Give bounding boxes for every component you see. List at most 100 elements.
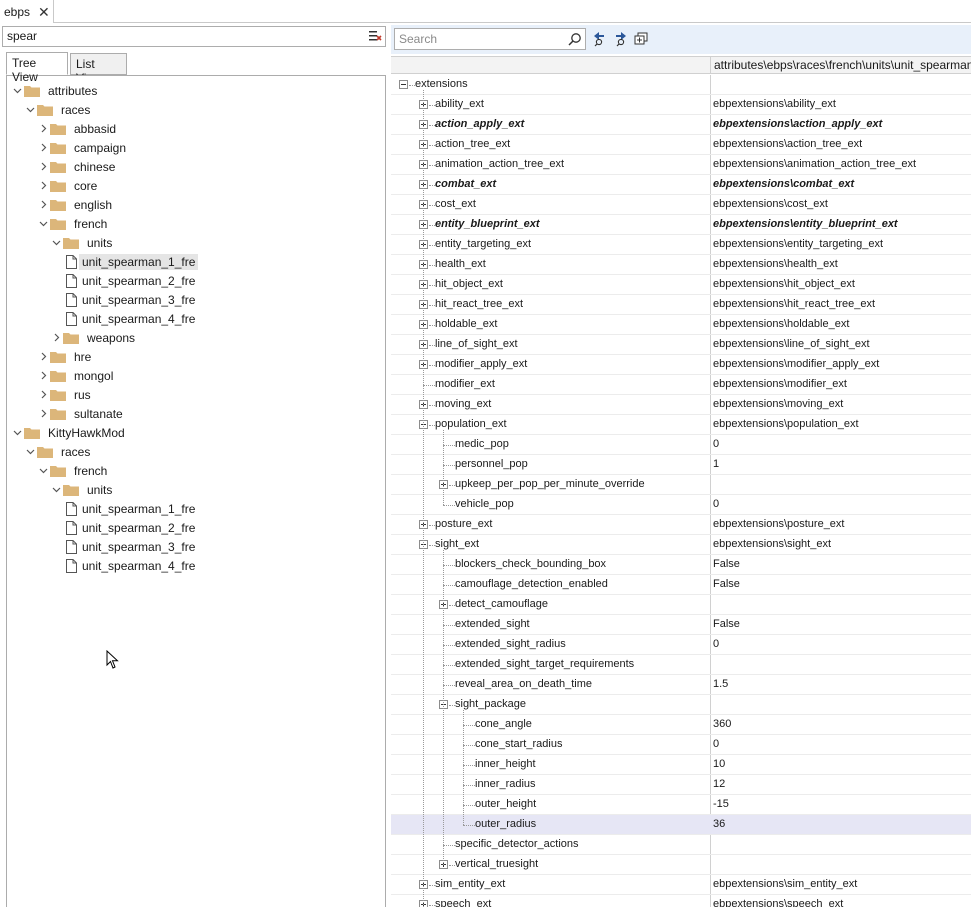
property-row[interactable]: action_tree_ext ebpextensions\action_tree… xyxy=(391,135,971,155)
close-icon[interactable]: ✕ xyxy=(38,5,50,19)
tree-folder[interactable]: sultanate xyxy=(36,404,123,423)
property-row[interactable]: blockers_check_bounding_box False xyxy=(391,555,971,575)
property-row[interactable]: sight_package xyxy=(391,695,971,715)
chevron-down-icon[interactable] xyxy=(36,214,50,233)
property-grid[interactable]: extensions ability_ext ebpextensions\abili… xyxy=(391,75,971,907)
property-row[interactable]: population_ext ebpextensions\population_e… xyxy=(391,415,971,435)
property-row[interactable]: cone_start_radius 0 xyxy=(391,735,971,755)
property-row[interactable]: hit_object_ext ebpextensions\hit_object_e… xyxy=(391,275,971,295)
property-row[interactable]: inner_radius 12 xyxy=(391,775,971,795)
tree-folder[interactable]: races xyxy=(23,100,90,119)
chevron-right-icon[interactable] xyxy=(36,176,50,195)
chevron-right-icon[interactable] xyxy=(36,119,50,138)
property-row[interactable]: animation_action_tree_ext ebpextensions\a… xyxy=(391,155,971,175)
chevron-right-icon[interactable] xyxy=(36,138,50,157)
property-row[interactable]: posture_ext ebpextensions\posture_ext xyxy=(391,515,971,535)
property-row[interactable]: personnel_pop 1 xyxy=(391,455,971,475)
chevron-down-icon[interactable] xyxy=(49,480,63,499)
tree-file[interactable]: unit_spearman_2_fre xyxy=(62,518,195,537)
tree-file[interactable]: unit_spearman_1_fre xyxy=(62,252,199,271)
property-row[interactable]: extensions xyxy=(391,75,971,95)
tree-folder[interactable]: french xyxy=(36,461,107,480)
chevron-down-icon[interactable] xyxy=(49,233,63,252)
property-row[interactable]: combat_ext ebpextensions\combat_ext xyxy=(391,175,971,195)
tab-tree-view[interactable]: Tree View xyxy=(6,52,68,84)
property-row[interactable]: medic_pop 0 xyxy=(391,435,971,455)
property-row[interactable]: vehicle_pop 0 xyxy=(391,495,971,515)
chevron-right-icon[interactable] xyxy=(36,195,50,214)
chevron-right-icon[interactable] xyxy=(36,157,50,176)
property-row[interactable]: moving_ext ebpextensions\moving_ext xyxy=(391,395,971,415)
chevron-right-icon[interactable] xyxy=(36,347,50,366)
property-row[interactable]: ability_ext ebpextensions\ability_ext xyxy=(391,95,971,115)
property-row[interactable]: vertical_truesight xyxy=(391,855,971,875)
tree-filter-input[interactable]: spear xyxy=(2,26,386,47)
property-row[interactable]: speech_ext ebpextensions\speech_ext xyxy=(391,895,971,907)
tree-file[interactable]: unit_spearman_2_fre xyxy=(62,271,195,290)
find-previous-icon[interactable] xyxy=(591,31,607,47)
property-row[interactable]: upkeep_per_pop_per_minute_override xyxy=(391,475,971,495)
property-row[interactable]: inner_height 10 xyxy=(391,755,971,775)
property-row[interactable]: extended_sight_target_requirements xyxy=(391,655,971,675)
property-row[interactable]: camouflage_detection_enabled False xyxy=(391,575,971,595)
tree-folder[interactable]: races xyxy=(23,442,90,461)
tree-folder[interactable]: hre xyxy=(36,347,91,366)
property-row[interactable]: entity_blueprint_ext ebpextensions\entity… xyxy=(391,215,971,235)
property-row[interactable]: reveal_area_on_death_time 1.5 xyxy=(391,675,971,695)
chevron-down-icon[interactable] xyxy=(10,423,24,442)
chevron-down-icon[interactable] xyxy=(23,100,37,119)
property-row[interactable]: specific_detector_actions xyxy=(391,835,971,855)
tree-file[interactable]: unit_spearman_3_fre xyxy=(62,290,195,309)
tree-file[interactable]: unit_spearman_3_fre xyxy=(62,537,195,556)
tree-folder[interactable]: english xyxy=(36,195,112,214)
property-row[interactable]: outer_height -15 xyxy=(391,795,971,815)
chevron-down-icon[interactable] xyxy=(36,461,50,480)
tree-folder[interactable]: french xyxy=(36,214,107,233)
tree-folder[interactable]: mongol xyxy=(36,366,113,385)
tree-folder[interactable]: units xyxy=(49,480,112,499)
chevron-right-icon[interactable] xyxy=(36,404,50,423)
file-tree[interactable]: attributes races abbasid campaign chinese cor… xyxy=(6,75,386,907)
tree-folder[interactable]: abbasid xyxy=(36,119,116,138)
find-next-icon[interactable] xyxy=(613,31,629,47)
chevron-down-icon[interactable] xyxy=(23,442,37,461)
property-row[interactable]: cost_ext ebpextensions\cost_ext xyxy=(391,195,971,215)
property-row[interactable]: line_of_sight_ext ebpextensions\line_of_s… xyxy=(391,335,971,355)
chevron-right-icon[interactable] xyxy=(49,328,63,347)
property-row[interactable]: sight_ext ebpextensions\sight_ext xyxy=(391,535,971,555)
property-row[interactable]: extended_sight_radius 0 xyxy=(391,635,971,655)
clear-filter-icon[interactable] xyxy=(368,29,382,43)
expand-all-icon[interactable] xyxy=(633,31,649,47)
property-row[interactable]: hit_react_tree_ext ebpextensions\hit_reac… xyxy=(391,295,971,315)
property-row[interactable]: detect_camouflage xyxy=(391,595,971,615)
property-row[interactable]: health_ext ebpextensions\health_ext xyxy=(391,255,971,275)
property-row[interactable]: holdable_ext ebpextensions\holdable_ext xyxy=(391,315,971,335)
property-row[interactable]: cone_angle 360 xyxy=(391,715,971,735)
tree-folder[interactable]: units xyxy=(49,233,112,252)
property-row[interactable]: modifier_ext ebpextensions\modifier_ext xyxy=(391,375,971,395)
document-tab-ebps[interactable]: ebps ✕ xyxy=(0,0,54,23)
tree-file[interactable]: unit_spearman_1_fre xyxy=(62,499,195,518)
chevron-right-icon[interactable] xyxy=(36,385,50,404)
tree-file[interactable]: unit_spearman_4_fre xyxy=(62,556,195,575)
tree-folder[interactable]: campaign xyxy=(36,138,126,157)
collapse-icon[interactable] xyxy=(399,80,408,89)
tree-folder[interactable]: rus xyxy=(36,385,91,404)
tree-folder[interactable]: chinese xyxy=(36,157,115,176)
property-row[interactable]: entity_targeting_ext ebpextensions\entity… xyxy=(391,235,971,255)
property-row[interactable]: modifier_apply_ext ebpextensions\modifier… xyxy=(391,355,971,375)
tab-list-view[interactable]: List View xyxy=(70,53,127,85)
property-row[interactable]: extended_sight False xyxy=(391,615,971,635)
property-row[interactable]: sim_entity_ext ebpextensions\sim_entity_e… xyxy=(391,875,971,895)
search-icon[interactable] xyxy=(568,32,582,46)
property-row[interactable]: action_apply_ext ebpextensions\action_app… xyxy=(391,115,971,135)
tree-folder[interactable]: core xyxy=(36,176,97,195)
tree-item-label: french xyxy=(74,216,108,231)
tree-folder[interactable]: weapons xyxy=(49,328,135,347)
search-input[interactable]: Search xyxy=(394,28,586,50)
tree-folder[interactable]: KittyHawkMod xyxy=(10,423,125,442)
tree-connector xyxy=(443,685,455,686)
tree-file[interactable]: unit_spearman_4_fre xyxy=(62,309,195,328)
property-row[interactable]: outer_radius 36 xyxy=(391,815,971,835)
chevron-right-icon[interactable] xyxy=(36,366,50,385)
